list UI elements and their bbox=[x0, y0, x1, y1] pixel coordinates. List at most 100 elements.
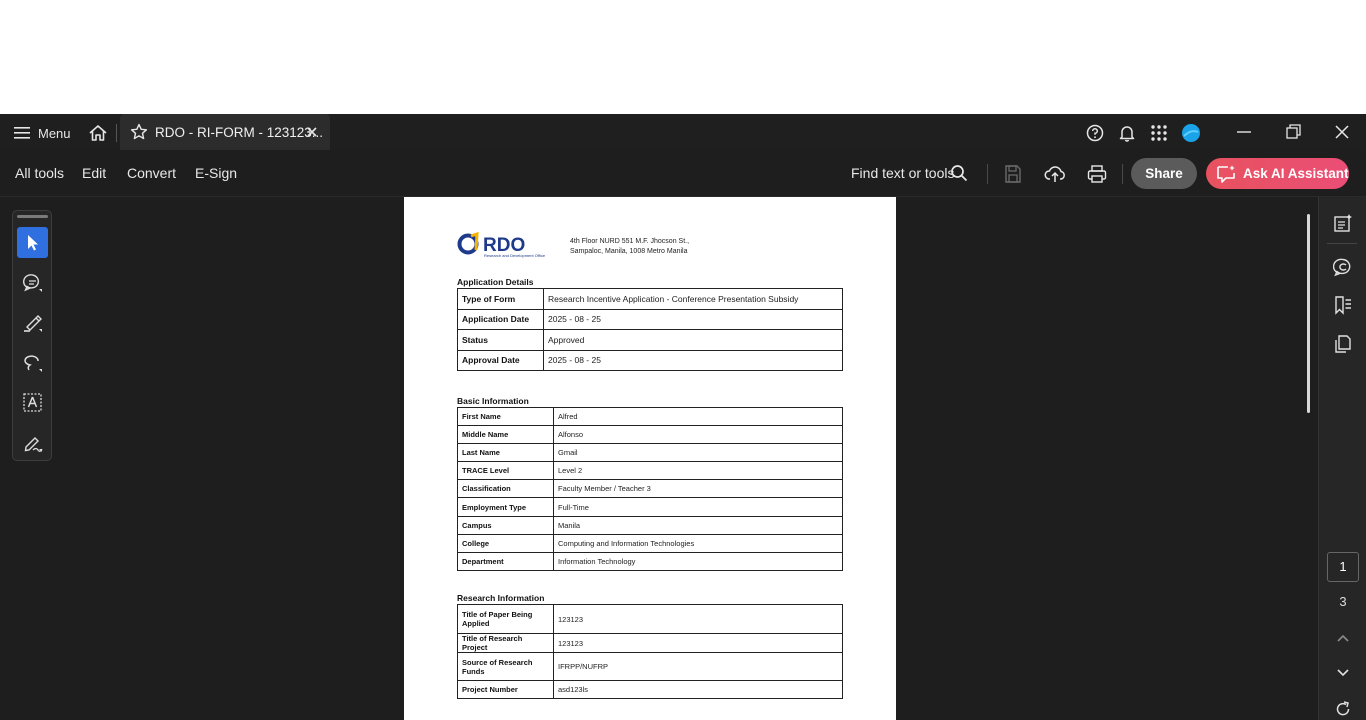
highlight-tool-button[interactable] bbox=[17, 307, 48, 338]
title-bar: Menu RDO - RI-FORM - 123123... bbox=[0, 114, 1366, 150]
row-key: Title of Paper Being Applied bbox=[457, 604, 554, 634]
document-tab[interactable]: RDO - RI-FORM - 123123... bbox=[120, 114, 330, 150]
table-row: Title of Paper Being Applied 123123 bbox=[457, 604, 843, 634]
address-line-1: 4th Floor NURD 551 M.F. Jhocson St., bbox=[570, 238, 690, 245]
row-key: Project Number bbox=[457, 680, 554, 699]
bell-icon[interactable] bbox=[1117, 123, 1137, 143]
ask-ai-label: Ask AI Assistant bbox=[1243, 166, 1349, 181]
restore-icon[interactable] bbox=[1284, 122, 1304, 142]
table-row: Source of Research Funds IFRPP/NUFRP bbox=[457, 652, 843, 681]
lasso-draw-icon bbox=[24, 355, 42, 372]
share-button[interactable]: Share bbox=[1131, 158, 1197, 189]
logo-subtitle: Research and Development Office bbox=[484, 253, 546, 258]
toolbar-separator bbox=[987, 164, 988, 184]
row-value: Full-Time bbox=[553, 497, 843, 517]
row-value: 2025 - 08 - 25 bbox=[543, 308, 843, 330]
profile-avatar-icon[interactable] bbox=[1181, 123, 1201, 143]
apps-grid-icon[interactable] bbox=[1149, 123, 1169, 143]
save-icon[interactable] bbox=[1002, 163, 1024, 185]
find-text-or-tools[interactable]: Find text or tools bbox=[851, 165, 955, 181]
table-row: Project Number asd123ls bbox=[457, 680, 843, 699]
text-select-tool-button[interactable] bbox=[17, 387, 48, 418]
table-row: Last Name Gmail bbox=[457, 443, 843, 463]
star-icon[interactable] bbox=[130, 123, 148, 141]
table-row: TRACE Level Level 2 bbox=[457, 461, 843, 481]
draw-tool-button[interactable] bbox=[17, 347, 48, 378]
cloud-upload-icon[interactable] bbox=[1044, 163, 1066, 185]
row-value: 123123 bbox=[553, 633, 843, 653]
application-details-table: Type of Form Research Incentive Applicati… bbox=[457, 288, 843, 371]
table-row: Department Information Technology bbox=[457, 551, 843, 571]
right-sidebar: 1 3 bbox=[1318, 197, 1366, 720]
page-thumbnails-icon[interactable] bbox=[1333, 334, 1353, 354]
row-key: Last Name bbox=[457, 443, 554, 463]
table-row: Application Date 2025 - 08 - 25 bbox=[457, 308, 843, 330]
close-window-icon[interactable] bbox=[1332, 122, 1352, 142]
row-key: Status bbox=[457, 329, 544, 351]
row-key: Application Date bbox=[457, 308, 544, 330]
rotate-icon[interactable] bbox=[1333, 699, 1353, 719]
row-key: College bbox=[457, 533, 554, 553]
highlighter-icon bbox=[24, 315, 42, 332]
rdo-logo: RDO Research and Development Office bbox=[457, 232, 546, 258]
menu-all-tools[interactable]: All tools bbox=[15, 165, 64, 181]
table-row: Approval Date 2025 - 08 - 25 bbox=[457, 349, 843, 371]
rail-separator bbox=[1327, 243, 1357, 244]
row-key: TRACE Level bbox=[457, 461, 554, 481]
table-row: College Computing and Information Technol… bbox=[457, 533, 843, 553]
title-separator bbox=[116, 124, 117, 142]
text-box-icon bbox=[23, 393, 42, 412]
row-value: Gmail bbox=[553, 443, 843, 463]
close-tab-icon[interactable] bbox=[306, 126, 318, 138]
current-page-input[interactable]: 1 bbox=[1327, 552, 1359, 582]
menu-edit[interactable]: Edit bbox=[82, 165, 106, 181]
help-icon[interactable] bbox=[1085, 123, 1105, 143]
chevron-up-icon[interactable] bbox=[1333, 628, 1353, 648]
office-address: 4th Floor NURD 551 M.F. Jhocson St., Sam… bbox=[570, 237, 689, 257]
table-row: Status Approved bbox=[457, 329, 843, 351]
menu-button[interactable]: Menu bbox=[14, 122, 71, 144]
menu-e-sign[interactable]: E-Sign bbox=[195, 165, 237, 181]
row-value: 123123 bbox=[553, 604, 843, 634]
select-tool-button[interactable] bbox=[17, 227, 48, 258]
bookmark-icon[interactable] bbox=[1333, 295, 1353, 315]
basic-information-table: First Name Alfred Middle Name Alfonso Last… bbox=[457, 406, 843, 571]
cursor-icon bbox=[28, 235, 38, 251]
menu-label: Menu bbox=[38, 125, 71, 141]
row-value: Computing and Information Technologies bbox=[553, 533, 843, 553]
application-details-title: Application Details bbox=[457, 277, 534, 287]
document-viewport[interactable]: RDO Research and Development Office 4th … bbox=[0, 197, 1318, 720]
row-key: Department bbox=[457, 551, 554, 571]
vertical-scrollbar[interactable] bbox=[1307, 214, 1310, 413]
search-icon[interactable] bbox=[950, 164, 968, 182]
table-row: Title of Research Project 123123 bbox=[457, 633, 843, 653]
address-line-2: Sampaloc, Manila, 1008 Metro Manila bbox=[570, 248, 688, 255]
signature-pen-icon bbox=[24, 437, 43, 452]
minimize-icon[interactable] bbox=[1234, 122, 1254, 142]
main-toolbar: All tools Edit Convert E-Sign Find text … bbox=[0, 150, 1366, 197]
row-value: IFRPP/NUFRP bbox=[553, 652, 843, 681]
ask-ai-assistant-button[interactable]: Ask AI Assistant bbox=[1206, 158, 1349, 189]
row-key: Title of Research Project bbox=[457, 633, 554, 653]
print-icon[interactable] bbox=[1086, 163, 1108, 185]
row-value: Faculty Member / Teacher 3 bbox=[553, 479, 843, 499]
menu-convert[interactable]: Convert bbox=[127, 165, 176, 181]
acrobat-window: Menu RDO - RI-FORM - 123123... All tools… bbox=[0, 114, 1366, 720]
table-row: Classification Faculty Member / Teacher 3 bbox=[457, 479, 843, 499]
edit-document-icon[interactable] bbox=[1333, 213, 1353, 233]
table-row: First Name Alfred bbox=[457, 406, 843, 427]
chevron-down-icon[interactable] bbox=[1333, 662, 1353, 682]
panel-drag-handle[interactable] bbox=[17, 215, 48, 218]
home-icon[interactable] bbox=[88, 123, 108, 143]
row-value: asd123ls bbox=[553, 680, 843, 699]
table-row: Campus Manila bbox=[457, 515, 843, 535]
row-key: First Name bbox=[457, 406, 554, 427]
comment-tool-button[interactable] bbox=[17, 267, 48, 298]
comments-panel-icon[interactable] bbox=[1333, 257, 1353, 277]
sign-tool-button[interactable] bbox=[17, 427, 48, 458]
total-pages: 3 bbox=[1339, 594, 1347, 609]
row-key: Employment Type bbox=[457, 497, 554, 517]
research-information-table: Title of Paper Being Applied 123123 Title… bbox=[457, 604, 843, 699]
quick-tools-panel bbox=[12, 210, 52, 461]
row-value: 2025 - 08 - 25 bbox=[543, 349, 843, 371]
